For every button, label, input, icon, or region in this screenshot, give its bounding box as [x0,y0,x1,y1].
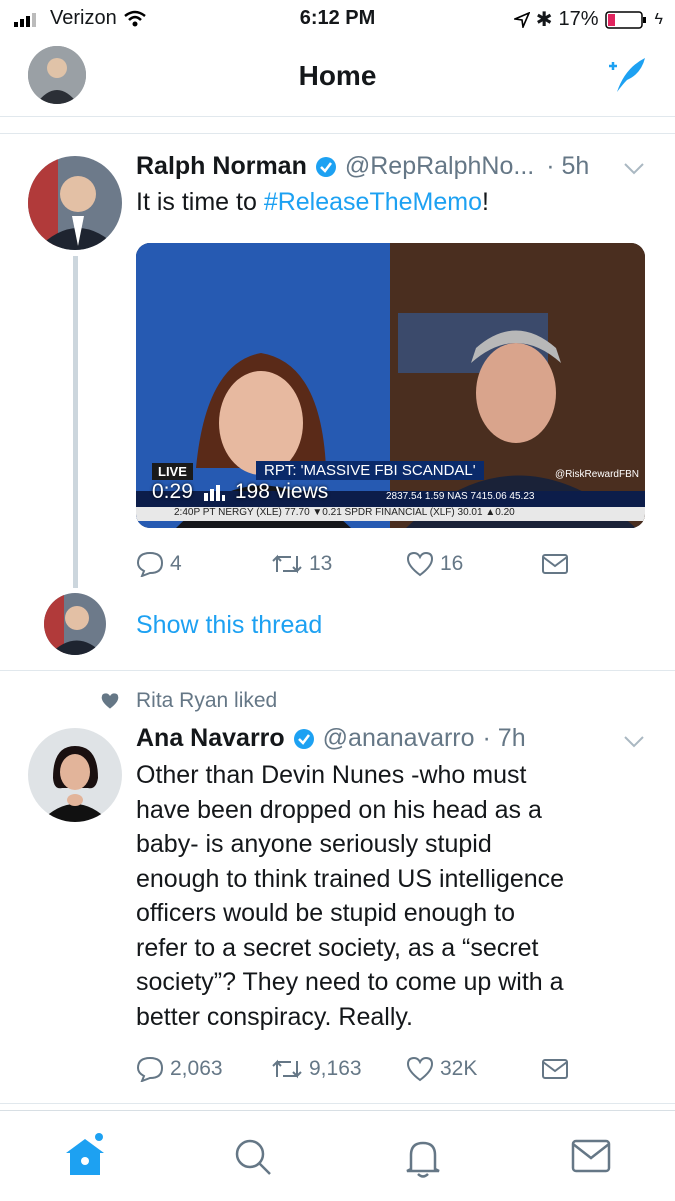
tweet-ana-navarro[interactable]: Rita Ryan liked Ana Navarro @ananavarro … [0,671,675,1103]
tweet-avatar[interactable] [28,156,122,250]
show-thread-link[interactable]: Show this thread [136,611,322,640]
retweet-icon [272,554,302,574]
social-context: Rita Ryan liked [100,689,277,713]
author-name[interactable]: Ana Navarro [136,724,285,753]
hashtag-link[interactable]: #ReleaseTheMemo [264,188,482,216]
status-right: ✱ 17% ϟ [513,7,663,32]
top-nav: Home [0,38,675,117]
location-icon [513,11,530,28]
envelope-icon [542,554,568,574]
retweet-icon [272,1059,302,1079]
page-title: Home [298,60,377,91]
charging-icon: ϟ [654,10,663,28]
wifi-icon [123,10,146,26]
views-icon [203,485,225,501]
tweet-ralph-norman[interactable]: Ralph Norman @RepRalphNo... · 5h It is t… [0,134,675,671]
video-duration: 0:29 [152,480,193,503]
reply-icon [136,1056,164,1082]
retweet-button[interactable]: 13 [271,551,406,577]
chevron-down-icon[interactable] [623,162,645,176]
reply-button[interactable]: 2,063 [136,1056,271,1082]
envelope-icon [542,1059,568,1079]
tweet-time: · 5h [546,152,590,180]
reply-count: 2,063 [170,1057,223,1080]
like-count: 16 [440,552,464,575]
carrier-name: Verizon [50,7,117,29]
dm-share-button[interactable] [541,1056,675,1082]
tweet-actions: 2,063 9,163 32K [136,1056,675,1082]
reply-count: 4 [170,552,182,575]
status-bar: Verizon 6:12 PM ✱ 17% ϟ [0,0,675,38]
like-count: 32K [440,1057,478,1080]
bluetooth-icon: ✱ [535,9,553,31]
like-button[interactable]: 16 [406,551,541,577]
tweet-text-line: society”? They need to come up with a [136,968,564,996]
chevron-down-icon[interactable] [623,735,645,749]
heart-icon [406,551,434,577]
carrier: Verizon [14,7,147,30]
profile-avatar[interactable] [28,46,86,104]
battery-percent: 17% [558,8,599,30]
tab-search[interactable] [233,1137,273,1182]
tweet-text-suffix: ! [481,188,489,216]
tab-messages[interactable] [571,1139,611,1178]
compose-icon [609,58,645,92]
envelope-icon [571,1139,611,1173]
tab-home[interactable] [62,1133,108,1184]
reply-icon [136,551,164,577]
like-button[interactable]: 32K [406,1056,541,1082]
verified-icon [315,156,336,177]
tweet-text-line: officers would be stupid enough to [136,899,515,927]
home-icon [66,1133,104,1175]
tweet-text-line: better conspiracy. Really. [136,1002,413,1031]
video-stats: 0:29 198 views [152,480,328,504]
verified-icon [293,728,314,749]
divider [0,1103,675,1104]
tweet-text-line: enough to think trained US intelligence [136,864,565,893]
tweet-text-line: baby- is anyone seriously stupid [136,830,492,858]
heart-filled-icon [101,693,119,709]
tweet-text-prefix: It is time to [136,188,264,216]
tweet-text-line: Other than Devin Nunes -who must [136,761,527,789]
thread-line [73,256,78,588]
compose-tweet-button[interactable] [603,54,649,101]
social-context-text: Rita Ryan liked [136,689,278,712]
live-badge: LIVE [152,463,193,480]
tweet-header: Ana Navarro @ananavarro · 7h [136,724,526,753]
bottom-tab-bar [0,1110,675,1201]
video-ticker-bottom: 2:40P PT NERGY (XLE) 77.70 ▼0.21 SPDR FI… [136,507,645,521]
tweet-time: · 7h [482,724,526,752]
video-views: 198 views [234,480,329,503]
video-headline: RPT: 'MASSIVE FBI SCANDAL' [256,461,484,480]
tweet-text-line: have been dropped on his head as a [136,795,542,824]
heart-icon [406,1056,434,1082]
search-icon [235,1139,271,1175]
bell-icon [406,1141,440,1178]
tweet-text-line: refer to a secret society, as a “secret [136,933,539,962]
video-watermark: @RiskRewardFBN [554,469,639,480]
thread-avatar[interactable] [44,593,106,655]
retweet-button[interactable]: 9,163 [271,1056,406,1082]
reply-button[interactable]: 4 [136,551,271,577]
signal-icon [14,12,36,27]
battery-icon [604,10,646,29]
author-handle[interactable]: @RepRalphNo... [345,152,534,181]
dm-share-button[interactable] [541,551,675,577]
author-name[interactable]: Ralph Norman [136,152,307,181]
retweet-count: 9,163 [309,1057,362,1080]
tweet-avatar[interactable] [28,728,122,822]
tweet-actions: 4 13 16 [136,551,675,577]
tweet-text: It is time to #ReleaseTheMemo! [136,185,489,220]
author-handle[interactable]: @ananavarro [323,724,475,753]
tweet-header: Ralph Norman @RepRalphNo... · 5h [136,152,589,181]
tweet-text: Other than Devin Nunes -who must have be… [136,758,656,1034]
video-player[interactable]: LIVE RPT: 'MASSIVE FBI SCANDAL' @RiskRew… [136,243,645,528]
retweet-count: 13 [309,552,333,575]
tab-notifications[interactable] [403,1137,443,1184]
